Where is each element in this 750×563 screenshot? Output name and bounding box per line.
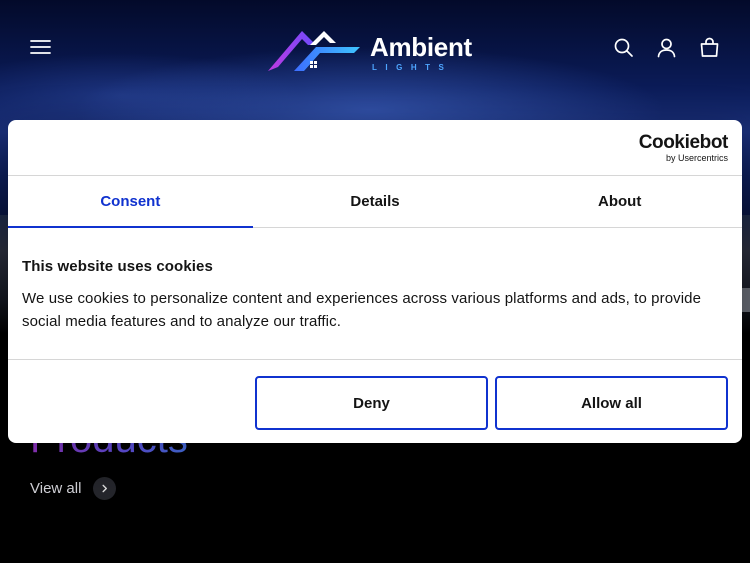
dialog-body: This website uses cookies We use cookies… [8,228,742,360]
header-actions [613,37,720,58]
search-icon[interactable] [613,37,634,58]
user-icon[interactable] [656,37,677,58]
logo-house-icon [268,31,360,71]
dialog-header: Cookiebot by Usercentrics [8,120,742,176]
hero-edge-strip [742,288,750,312]
hamburger-icon[interactable] [30,38,51,56]
cookie-consent-dialog: Cookiebot by Usercentrics Consent Detail… [8,120,742,443]
dialog-tabs: Consent Details About [8,176,742,228]
dialog-heading: This website uses cookies [22,258,213,275]
chevron-right-icon [93,476,117,500]
tab-about[interactable]: About [497,176,742,227]
tab-consent[interactable]: Consent [8,176,253,228]
site-header: Ambient LIGHTS [0,0,750,95]
view-all-label: View all [30,479,82,497]
dialog-actions: Deny Allow all [255,376,728,430]
deny-button[interactable]: Deny [255,376,488,430]
tab-details[interactable]: Details [253,176,498,227]
cookiebot-byline: by Usercentrics [665,153,728,163]
bag-icon[interactable] [699,37,720,58]
cookiebot-logo: Cookiebot by Usercentrics [638,132,729,164]
logo-subtext: LIGHTS [372,63,453,72]
allow-all-button[interactable]: Allow all [495,376,728,430]
cookiebot-brand: Cookiebot [638,132,729,153]
dialog-description: We use cookies to personalize content an… [22,290,702,330]
logo-wordmark: Ambient [370,32,472,62]
view-all-link[interactable]: View all [30,476,117,500]
site-logo[interactable]: Ambient LIGHTS [266,26,486,74]
